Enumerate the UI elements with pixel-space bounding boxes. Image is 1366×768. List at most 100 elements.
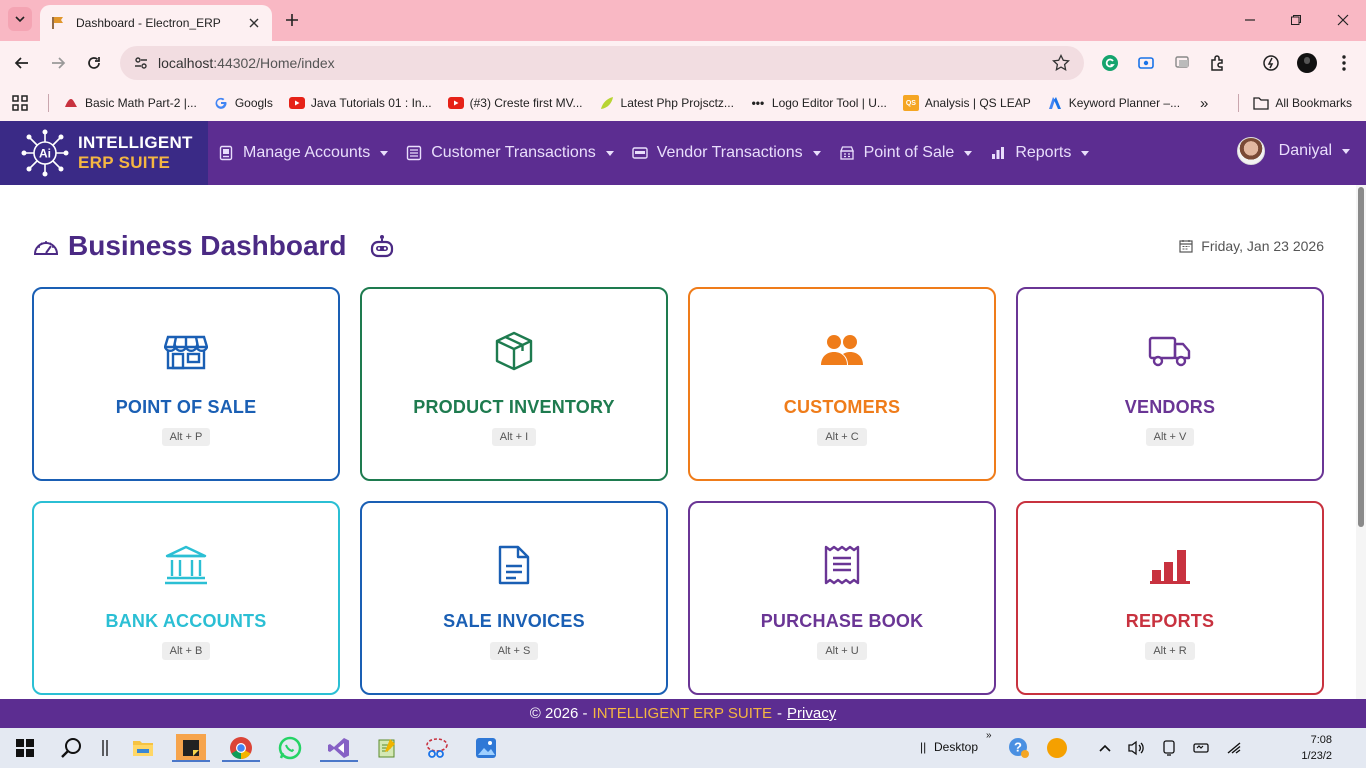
- media-extension-button[interactable]: [1171, 52, 1193, 74]
- visual-studio-button[interactable]: [320, 734, 358, 762]
- card-product-inventory[interactable]: PRODUCT INVENTORY Alt + I: [360, 287, 668, 481]
- snipping-tool-button[interactable]: [422, 734, 452, 762]
- bookmark-item[interactable]: QS Analysis | QS LEAP: [902, 95, 1031, 111]
- forward-button[interactable]: [47, 52, 69, 74]
- bookmark-label: Java Tutorials 01 : In...: [310, 96, 432, 110]
- scrollbar-thumb[interactable]: [1358, 187, 1364, 527]
- apps-shortcut[interactable]: [12, 95, 28, 111]
- profile-button[interactable]: [1296, 52, 1318, 74]
- network-status-button[interactable]: [1187, 734, 1217, 762]
- orange-dot-icon: [1047, 738, 1067, 758]
- close-tab-icon[interactable]: [246, 15, 262, 31]
- keyboard-shortcut: Alt + S: [489, 642, 539, 660]
- chrome-menu-button[interactable]: [1333, 52, 1355, 74]
- performance-button[interactable]: [1260, 52, 1282, 74]
- card-sale-invoices[interactable]: SALE INVOICES Alt + S: [360, 501, 668, 695]
- search-icon: [61, 738, 81, 758]
- menu-manage-accounts[interactable]: Manage Accounts: [218, 144, 389, 162]
- user-menu[interactable]: Daniyal: [1236, 137, 1350, 165]
- notepad-button[interactable]: [372, 734, 402, 762]
- qs-icon: QS: [902, 95, 919, 111]
- card-point-of-sale[interactable]: POINT OF SALE Alt + P: [32, 287, 340, 481]
- bookmark-star-icon[interactable]: [1052, 54, 1070, 72]
- reload-button[interactable]: [83, 52, 105, 74]
- clock-date: 1/23/2: [1301, 750, 1332, 762]
- desktop-toolbar-label[interactable]: Desktop: [934, 740, 978, 754]
- all-bookmarks-button[interactable]: All Bookmarks: [1253, 95, 1352, 111]
- card-bank-accounts[interactable]: BANK ACCOUNTS Alt + B: [32, 501, 340, 695]
- battery-icon: [1193, 743, 1209, 753]
- extensions-button[interactable]: [1207, 52, 1229, 74]
- device-tray-button[interactable]: [1154, 734, 1184, 762]
- site-info-icon[interactable]: [132, 54, 150, 72]
- menu-reports[interactable]: Reports: [990, 144, 1090, 162]
- brand-link[interactable]: Ai INTELLIGENT ERP SUITE: [0, 121, 208, 185]
- file-explorer-button[interactable]: [128, 734, 158, 762]
- grammarly-extension-button[interactable]: [1099, 52, 1121, 74]
- minimize-button[interactable]: [1240, 10, 1260, 30]
- arrow-right-icon: [52, 57, 66, 69]
- menu-vendor-transactions[interactable]: Vendor Transactions: [632, 144, 821, 162]
- bookmark-item[interactable]: (#3) Creste first MV...: [447, 95, 583, 111]
- windows-logo-icon: [16, 739, 34, 757]
- bookmark-item[interactable]: Latest Php Projsctz...: [599, 95, 734, 111]
- caret-down-icon: [964, 150, 973, 156]
- close-window-button[interactable]: [1333, 10, 1353, 30]
- url-text: localhost:44302/Home/index: [158, 55, 335, 71]
- active-indicator: [222, 760, 260, 762]
- whatsapp-button[interactable]: [275, 734, 305, 762]
- card-title: BANK ACCOUNTS: [105, 611, 267, 631]
- leaf-icon: [599, 95, 615, 111]
- caret-down-icon: [1342, 148, 1350, 154]
- sticky-notes-button[interactable]: [172, 734, 210, 762]
- task-view-button[interactable]: [90, 734, 120, 762]
- volume-button[interactable]: [1121, 734, 1151, 762]
- active-indicator: [172, 760, 210, 762]
- status-tray-button[interactable]: [1042, 734, 1072, 762]
- bookmark-item[interactable]: Googls: [213, 95, 273, 111]
- card-purchase-book[interactable]: PURCHASE BOOK Alt + U: [688, 501, 996, 695]
- card-customers[interactable]: CUSTOMERS Alt + C: [688, 287, 996, 481]
- address-bar[interactable]: localhost:44302/Home/index: [120, 46, 1084, 80]
- photos-button[interactable]: [471, 734, 501, 762]
- browser-toolbar: localhost:44302/Home/index: [0, 41, 1366, 85]
- back-button[interactable]: [11, 52, 33, 74]
- bookmark-item[interactable]: ••• Logo Editor Tool | U...: [750, 95, 887, 111]
- bookmark-item[interactable]: Java Tutorials 01 : In...: [288, 95, 432, 111]
- apps-grid-icon: [12, 95, 28, 111]
- system-clock[interactable]: 7:08 1/23/2: [1301, 732, 1332, 764]
- browser-tab-active[interactable]: Dashboard - Electron_ERP: [40, 5, 272, 41]
- keyboard-shortcut: Alt + C: [817, 428, 867, 446]
- bookmark-item[interactable]: Basic Math Part-2 |...: [63, 95, 197, 111]
- bookmark-label: Googls: [234, 96, 273, 110]
- brand-text: INTELLIGENT ERP SUITE: [78, 133, 193, 173]
- help-tray-button[interactable]: ?: [1004, 734, 1034, 762]
- card-reports[interactable]: REPORTS Alt + R: [1016, 501, 1324, 695]
- footer-copyright: © 2026 -: [529, 705, 588, 722]
- menu-customer-transactions[interactable]: Customer Transactions: [406, 144, 614, 162]
- wifi-icon: [1227, 742, 1241, 754]
- new-tab-button[interactable]: [282, 10, 302, 30]
- bookmark-item[interactable]: Keyword Planner –...: [1047, 95, 1180, 111]
- menu-point-of-sale[interactable]: Point of Sale: [839, 144, 973, 162]
- tab-search-button[interactable]: [8, 7, 32, 31]
- search-button[interactable]: [57, 734, 87, 762]
- screen-capture-extension-button[interactable]: [1135, 52, 1157, 74]
- restore-button[interactable]: [1286, 10, 1306, 30]
- page-scrollbar[interactable]: [1356, 185, 1366, 699]
- wifi-button[interactable]: [1219, 734, 1249, 762]
- all-bookmarks-label: All Bookmarks: [1275, 96, 1352, 110]
- card-vendors[interactable]: VENDORS Alt + V: [1016, 287, 1324, 481]
- page-header: Business Dashboard: [32, 230, 395, 262]
- start-button[interactable]: [10, 734, 40, 762]
- keyboard-shortcut: Alt + U: [817, 642, 867, 660]
- bookmarks-overflow-button[interactable]: »: [1200, 95, 1208, 112]
- current-date: Friday, Jan 23 2026: [1179, 238, 1324, 254]
- bookmark-label: Latest Php Projsctz...: [620, 96, 734, 110]
- caret-down-icon: [812, 150, 821, 156]
- toolbar-overflow[interactable]: »: [986, 730, 992, 741]
- privacy-link[interactable]: Privacy: [787, 705, 836, 722]
- caret-down-icon: [1081, 150, 1090, 156]
- chrome-taskbar-button[interactable]: [222, 734, 260, 762]
- show-hidden-icons-button[interactable]: [1090, 734, 1120, 762]
